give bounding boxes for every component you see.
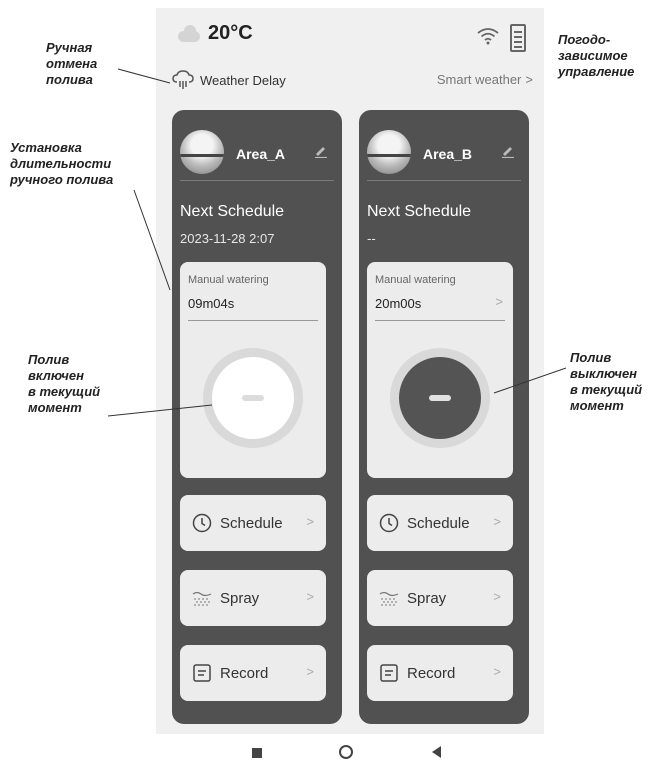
spray-icon — [192, 591, 212, 606]
next-schedule-label: Next Schedule — [367, 203, 472, 220]
weather-delay-button[interactable]: Weather Delay — [172, 70, 286, 90]
record-icon — [380, 664, 398, 682]
zone-card-b: Area_B Next Schedule -- Manual watering … — [359, 110, 529, 724]
zone-name: Area_B — [423, 146, 473, 162]
edit-icon[interactable] — [501, 144, 515, 158]
schedule-button[interactable]: Schedule > — [180, 495, 326, 551]
spray-label: Spray — [407, 589, 447, 607]
back-button[interactable] — [432, 746, 441, 758]
wifi-icon — [477, 28, 499, 45]
minus-icon — [242, 395, 264, 401]
manual-watering-label: Manual watering — [375, 274, 456, 286]
next-schedule-label: Next Schedule — [180, 203, 285, 220]
divider — [367, 180, 521, 181]
clock-icon — [379, 513, 399, 533]
watering-off-indicator — [399, 357, 481, 439]
zone-avatar — [180, 130, 224, 174]
zone-card-a: Area_A Next Schedule 2023-11-28 2:07 Man… — [172, 110, 342, 724]
next-schedule-value: 2023-11-28 2:07 — [180, 231, 275, 246]
schedule-label: Schedule — [407, 514, 470, 532]
smart-weather-link[interactable]: Smart weather > — [437, 72, 533, 87]
chevron-right-icon: > — [525, 72, 533, 87]
spray-button[interactable]: Spray > — [180, 570, 326, 626]
watering-toggle-button[interactable] — [203, 348, 303, 448]
record-label: Record — [220, 664, 269, 682]
recent-apps-button[interactable] — [252, 748, 262, 758]
record-button[interactable]: Record > — [367, 645, 513, 701]
battery-icon — [510, 24, 526, 52]
annotation-smart-control: Погодо- зависимое управление — [558, 32, 635, 79]
chevron-right-icon: > — [493, 664, 501, 679]
chevron-right-icon: > — [493, 514, 501, 529]
schedule-button[interactable]: Schedule > — [367, 495, 513, 551]
edit-icon[interactable] — [314, 144, 328, 158]
spray-label: Spray — [220, 589, 260, 607]
record-button[interactable]: Record > — [180, 645, 326, 701]
annotation-watering-off: Полив выключен в текущий момент — [570, 350, 643, 413]
watering-on-indicator — [212, 357, 294, 439]
chevron-right-icon: > — [306, 589, 314, 604]
zone-name: Area_A — [236, 146, 286, 162]
chevron-right-icon: > — [306, 664, 314, 679]
chevron-right-icon: > — [306, 514, 314, 529]
next-schedule-value: -- — [367, 231, 376, 246]
chevron-right-icon: > — [493, 589, 501, 604]
minus-icon — [429, 395, 451, 401]
spray-button[interactable]: Spray > — [367, 570, 513, 626]
chevron-right-icon: > — [495, 294, 503, 309]
manual-duration-field[interactable]: 20m00s — [375, 296, 421, 311]
annotation-duration: Установка длительности ручного полива — [10, 140, 114, 187]
home-button[interactable] — [339, 745, 353, 759]
record-icon — [193, 664, 211, 682]
field-underline — [188, 320, 318, 321]
schedule-label: Schedule — [220, 514, 283, 532]
annotation-manual-cancel: Ручная отмена полива — [46, 40, 98, 87]
record-label: Record — [407, 664, 456, 682]
field-underline — [375, 320, 505, 321]
clock-icon — [192, 513, 212, 533]
manual-watering-label: Manual watering — [188, 274, 269, 286]
annotation-watering-on: Полив включен в текущий момент — [28, 352, 101, 415]
divider — [180, 180, 334, 181]
rain-cloud-icon — [172, 70, 194, 89]
smart-weather-label: Smart weather — [436, 72, 522, 87]
weather-status: 20°C — [176, 22, 253, 45]
temperature: 20°C — [208, 22, 253, 44]
zone-avatar — [367, 130, 411, 174]
watering-toggle-button[interactable] — [390, 348, 490, 448]
cloud-icon — [176, 24, 202, 43]
manual-watering-panel: Manual watering 20m00s > — [367, 262, 513, 478]
manual-duration-field[interactable]: 09m04s — [188, 296, 234, 311]
weather-delay-label: Weather Delay — [200, 72, 286, 88]
manual-watering-panel: Manual watering 09m04s — [180, 262, 326, 478]
spray-icon — [379, 591, 399, 606]
